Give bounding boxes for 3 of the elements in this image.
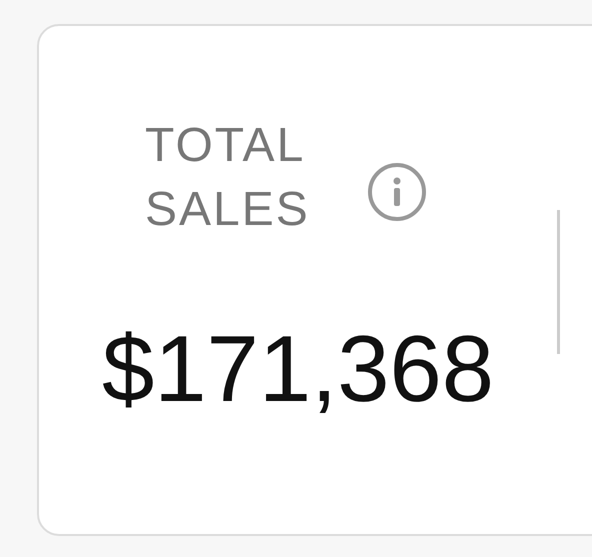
info-icon [367, 162, 427, 222]
sales-value: $171,368 [102, 315, 494, 423]
card-label: TOTAL SALES [145, 118, 311, 238]
